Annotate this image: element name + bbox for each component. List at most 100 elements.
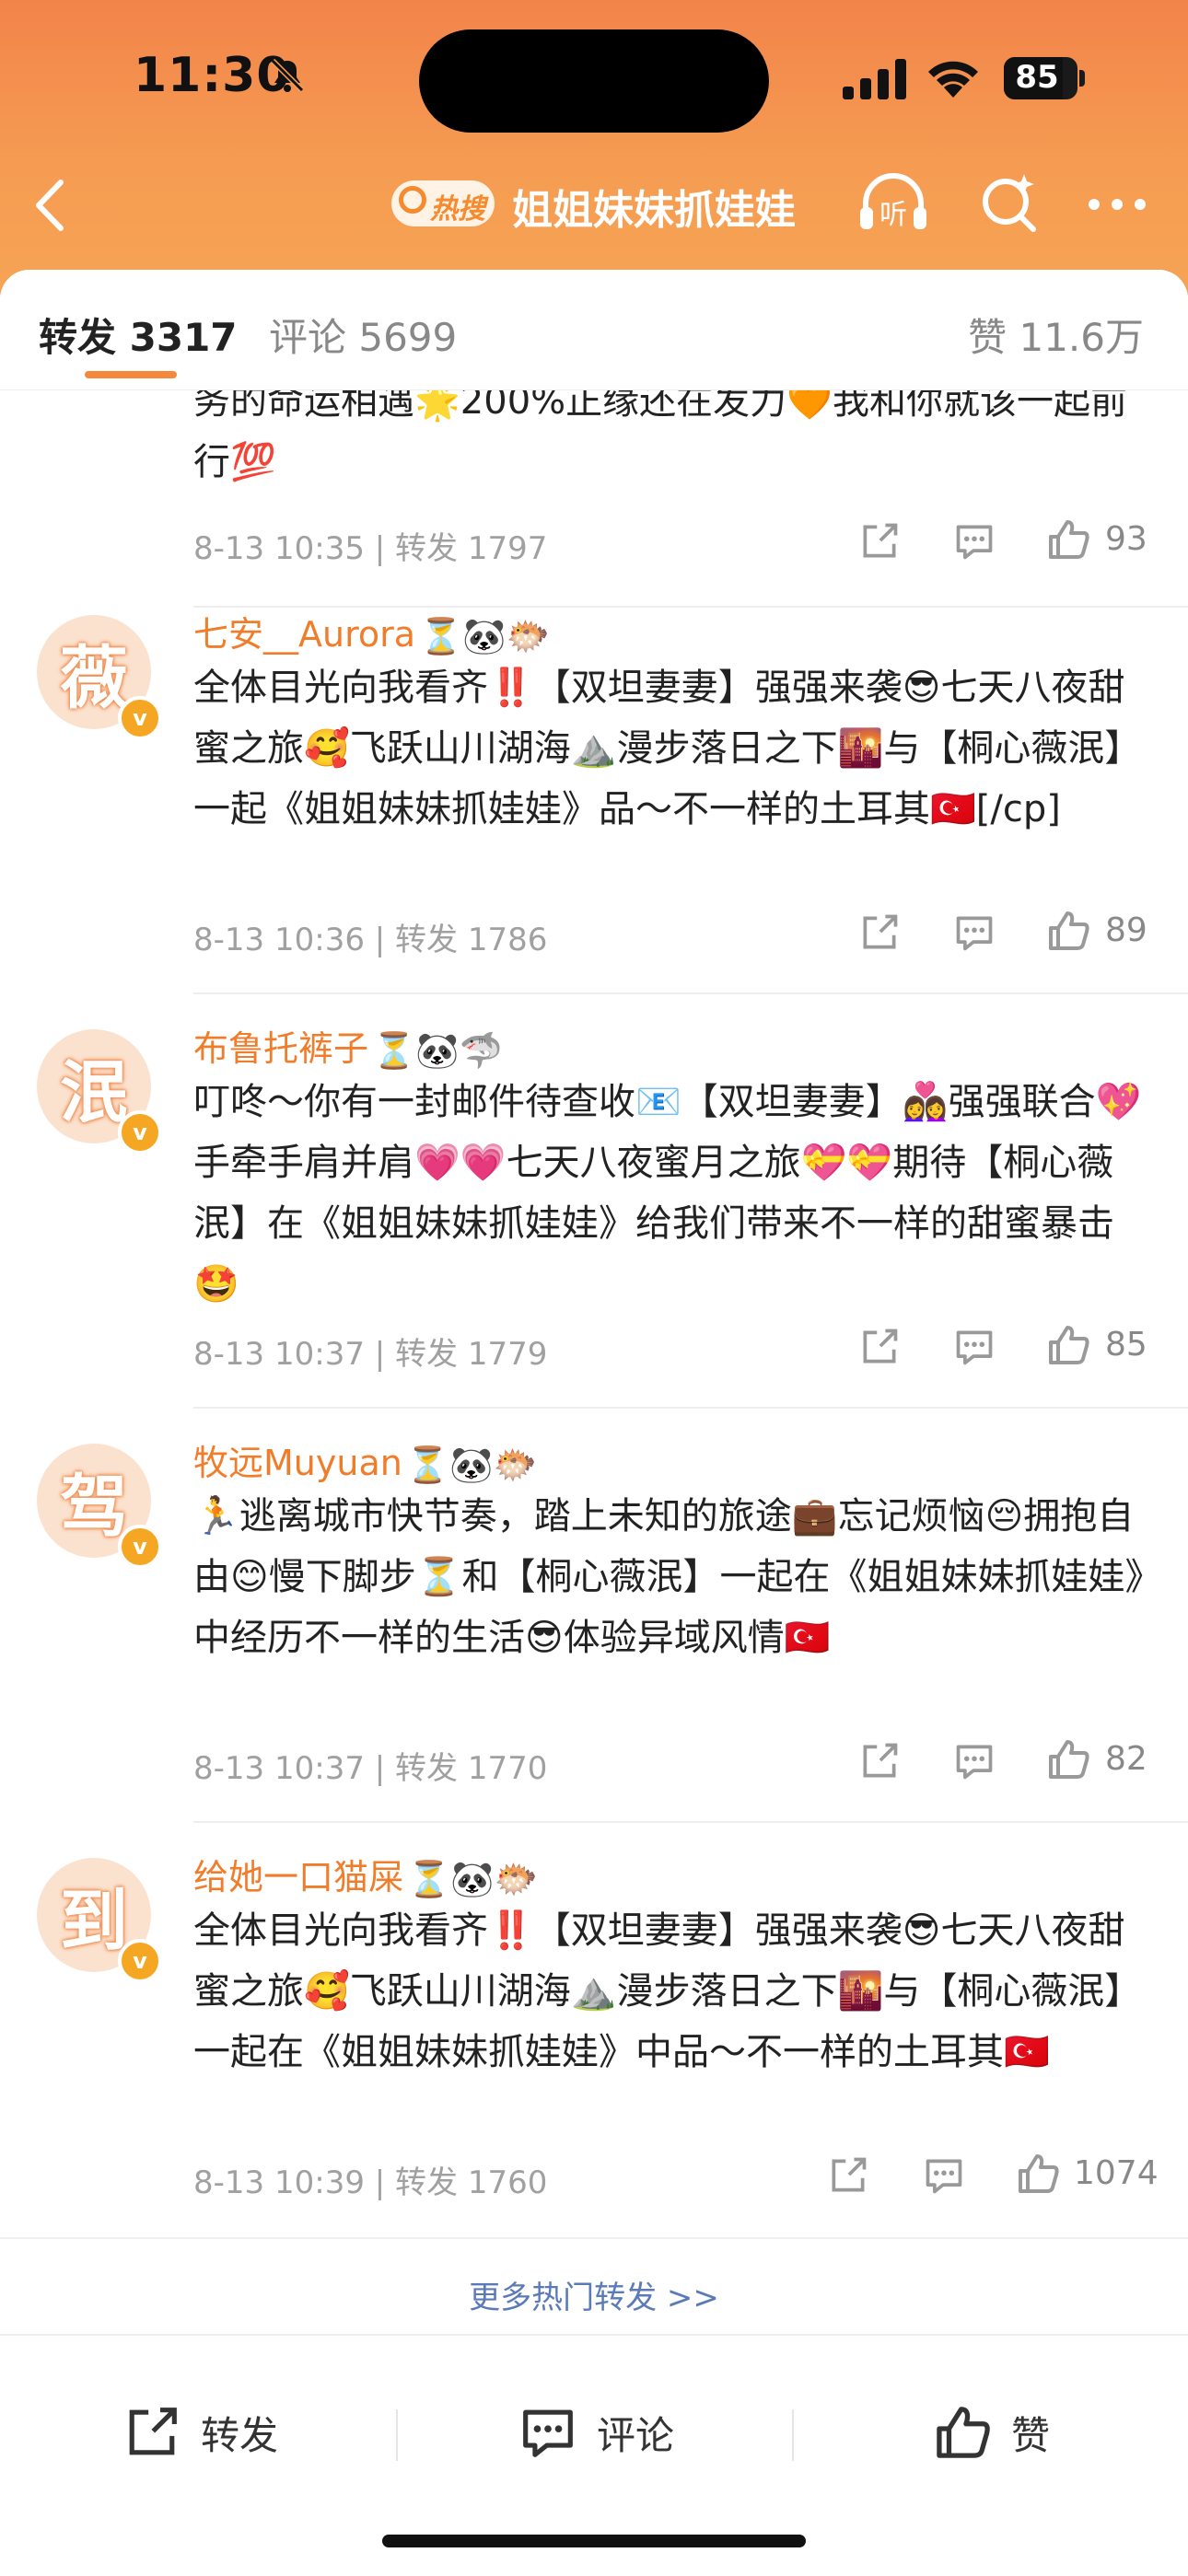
separator bbox=[396, 2409, 398, 2461]
meta-sep: | bbox=[374, 530, 396, 567]
post-text: 全体目光向我看齐‼️【双坦妻妻】强强来袭😎七天八夜甜蜜之旅🥰飞跃山川湖海⛰️漫步… bbox=[193, 1909, 1142, 2073]
divider bbox=[193, 992, 1188, 994]
post-repost-count: 转发 1760 bbox=[395, 2164, 548, 2201]
comment-icon[interactable] bbox=[953, 910, 996, 956]
hot-badge-label: 热搜 bbox=[430, 193, 485, 226]
comment-label: 评论 bbox=[597, 2412, 675, 2458]
page-title: 姐姐妹妹抓娃娃 bbox=[512, 187, 796, 234]
like-icon[interactable] bbox=[1045, 516, 1091, 563]
username-text: 七安__Aurora bbox=[193, 614, 416, 655]
verified-badge-icon: v bbox=[118, 1939, 162, 1983]
comment-icon[interactable] bbox=[953, 518, 996, 564]
post-meta: 8-13 10:37 | 转发 1770 bbox=[193, 1743, 547, 1788]
hot-search-badge[interactable]: 热搜 bbox=[391, 180, 495, 226]
post-repost-count: 转发 1797 bbox=[395, 530, 548, 567]
post-time: 8-13 10:37 bbox=[193, 1336, 365, 1373]
repost-list[interactable]: 务的命运相遇🌟200%正缘还在发力🧡我和你就该一起前行💯 8-13 10:35 … bbox=[0, 270, 1188, 2295]
post-time: 8-13 10:39 bbox=[193, 2164, 365, 2201]
listen-label: 听 bbox=[879, 199, 907, 231]
battery-level: 85 bbox=[1015, 59, 1059, 96]
share-icon[interactable] bbox=[858, 910, 901, 956]
separator bbox=[792, 2409, 794, 2461]
like-button[interactable]: 赞 bbox=[930, 2400, 1050, 2465]
like-count: 85 bbox=[1105, 1326, 1147, 1363]
verified-badge-icon: v bbox=[118, 1110, 162, 1155]
like-icon bbox=[937, 2407, 990, 2458]
username[interactable]: 给她一口猫屎 ⏳🐼🐡 bbox=[193, 1849, 538, 1900]
post-time: 8-13 10:36 bbox=[193, 922, 365, 958]
home-indicator bbox=[382, 2535, 806, 2547]
post-repost-count: 转发 1770 bbox=[395, 1750, 548, 1787]
like-count: 93 bbox=[1105, 520, 1147, 558]
like-icon[interactable] bbox=[1015, 2151, 1061, 2197]
meta-sep: | bbox=[374, 1750, 396, 1787]
comment-icon bbox=[523, 2409, 573, 2457]
tab-repost[interactable]: 转发 3317 bbox=[39, 307, 238, 363]
post-time: 8-13 10:35 bbox=[193, 530, 365, 567]
username-emoji: ⏳🐼🐡 bbox=[407, 1859, 538, 1899]
share-icon[interactable] bbox=[858, 1324, 901, 1370]
post-text: 🏃逃离城市快节奏，踏上未知的旅途💼忘记烦恼😔拥抱自由😊慢下脚步⏳和【桐心薇泯】一… bbox=[193, 1495, 1144, 1659]
share-icon bbox=[129, 2408, 177, 2455]
share-icon[interactable] bbox=[858, 518, 901, 564]
comment-icon[interactable] bbox=[953, 1738, 996, 1784]
verified-badge-icon: v bbox=[118, 1525, 162, 1569]
meta-sep: | bbox=[374, 922, 396, 958]
post-meta: 8-13 10:37 | 转发 1779 bbox=[193, 1329, 547, 1374]
divider bbox=[193, 1821, 1188, 1823]
content-card: 转发 3317 评论 5699 赞 11.6万 务的命运相遇🌟200%正缘还在发… bbox=[0, 270, 1188, 2574]
username-emoji: ⏳🐼🦈 bbox=[372, 1030, 503, 1071]
meta-sep: | bbox=[374, 1336, 396, 1373]
username-text: 给她一口猫屎 bbox=[193, 1857, 404, 1897]
comment-icon[interactable] bbox=[923, 2152, 965, 2199]
like-icon[interactable] bbox=[1045, 1322, 1091, 1368]
more-dots-icon[interactable] bbox=[1085, 193, 1149, 215]
share-icon[interactable] bbox=[858, 1738, 901, 1784]
like-count: 89 bbox=[1105, 911, 1147, 949]
dynamic-island bbox=[419, 29, 769, 133]
search-icon bbox=[399, 186, 426, 214]
tab-like[interactable]: 赞 11.6万 bbox=[968, 307, 1144, 363]
search-sparkle-icon[interactable] bbox=[976, 170, 1041, 235]
post-repost-count: 转发 1779 bbox=[395, 1336, 548, 1373]
divider bbox=[193, 1407, 1188, 1409]
battery-nub bbox=[1079, 70, 1085, 87]
repost-label: 转发 bbox=[201, 2412, 279, 2458]
comment-button[interactable]: 评论 bbox=[516, 2400, 674, 2465]
battery-indicator: 85 bbox=[1004, 57, 1077, 99]
more-reposts-link[interactable]: 更多热门转发 >> bbox=[0, 2272, 1188, 2317]
status-time: 11:30 bbox=[134, 48, 291, 103]
meta-sep: | bbox=[374, 2164, 396, 2201]
username-text: 布鲁托裤子 bbox=[193, 1028, 369, 1069]
share-icon[interactable] bbox=[827, 2152, 869, 2199]
username-text: 牧远Muyuan bbox=[193, 1443, 402, 1483]
like-icon[interactable] bbox=[1045, 908, 1091, 954]
like-icon[interactable] bbox=[1045, 1736, 1091, 1782]
comment-icon[interactable] bbox=[953, 1324, 996, 1370]
tab-comment[interactable]: 评论 5699 bbox=[269, 307, 457, 363]
username[interactable]: 七安__Aurora ⏳🐼🐡 bbox=[193, 606, 550, 657]
wifi-icon bbox=[928, 61, 978, 98]
username[interactable]: 牧远Muyuan ⏳🐼🐡 bbox=[193, 1434, 537, 1486]
post-meta: 8-13 10:39 | 转发 1760 bbox=[193, 2157, 547, 2202]
username-emoji: ⏳🐼🐡 bbox=[405, 1445, 537, 1485]
post-text: 全体目光向我看齐‼️【双坦妻妻】强强来袭😎七天八夜甜蜜之旅🥰飞跃山川湖海⛰️漫步… bbox=[193, 667, 1142, 830]
post-meta: 8-13 10:36 | 转发 1786 bbox=[193, 914, 547, 959]
like-count: 82 bbox=[1105, 1740, 1147, 1778]
tab-active-indicator bbox=[85, 371, 177, 378]
like-label: 赞 bbox=[1011, 2412, 1051, 2458]
post-meta: 8-13 10:35 | 转发 1797 bbox=[193, 523, 547, 568]
verified-badge-icon: v bbox=[118, 696, 162, 740]
repost-button[interactable]: 转发 bbox=[120, 2400, 278, 2465]
divider bbox=[0, 2237, 1188, 2239]
post-text: 叮咚～你有一封邮件待查收📧【双坦妻妻】👩‍❤️‍👩强强联合💖手牵手肩并肩💗💗七天… bbox=[193, 1081, 1142, 1305]
post-repost-count: 转发 1786 bbox=[395, 922, 548, 958]
tab-bar: 转发 3317 评论 5699 赞 11.6万 bbox=[0, 270, 1188, 390]
bell-muted-icon bbox=[270, 58, 305, 93]
headphones-listen-icon[interactable]: 听 bbox=[856, 170, 930, 235]
back-chevron-icon[interactable] bbox=[28, 173, 74, 238]
like-count: 1074 bbox=[1074, 2154, 1159, 2192]
post-time: 8-13 10:37 bbox=[193, 1750, 365, 1787]
username[interactable]: 布鲁托裤子 ⏳🐼🦈 bbox=[193, 1020, 503, 1072]
cellular-signal-icon bbox=[843, 59, 906, 99]
